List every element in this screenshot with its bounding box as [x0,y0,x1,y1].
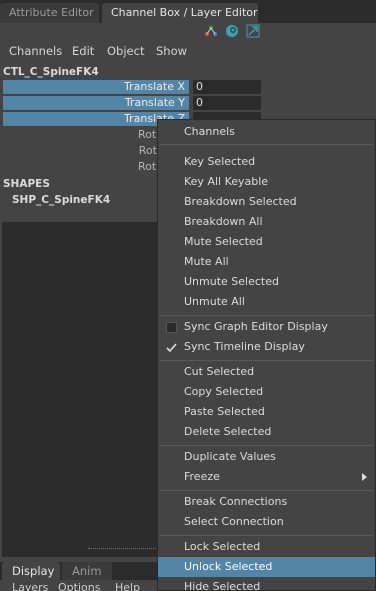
menu-item-key-selected[interactable]: Key Selected [158,152,375,172]
menu-item-duplicate-values[interactable]: Duplicate Values [158,447,375,467]
tab-display[interactable]: Display [2,562,60,580]
channel-box-menubar: Channels Edit Object Show [0,42,200,60]
menu-item-break-connections[interactable]: Break Connections [158,492,375,512]
tab-channel-box[interactable]: Channel Box / Layer Editor [102,3,258,23]
menu-divider [160,445,373,446]
tab-attribute-editor[interactable]: Attribute Editor [0,3,99,23]
menu-item-cut-selected[interactable]: Cut Selected [158,362,375,382]
menu-item-breakdown-all[interactable]: Breakdown All [158,212,375,232]
context-menu-title: Channels [184,125,235,138]
menu-layers[interactable]: Layers [12,581,48,591]
menu-item-delete-selected[interactable]: Delete Selected [158,422,375,442]
menu-item-unlock-selected[interactable]: Unlock Selected [158,557,375,577]
resize-arrow-icon[interactable] [246,24,260,38]
attribute-label[interactable]: Translate Y [3,96,189,110]
menu-item-freeze[interactable]: Freeze [158,467,375,487]
menu-item-paste-selected[interactable]: Paste Selected [158,402,375,422]
menu-item-mute-all[interactable]: Mute All [158,252,375,272]
checkbox-unchecked-icon [166,322,177,333]
checkmark-icon [166,343,177,353]
menu-item-lock-selected[interactable]: Lock Selected [158,537,375,557]
menu-item-mute-selected[interactable]: Mute Selected [158,232,375,252]
menu-item-label: Freeze [184,470,220,483]
graph-editor-icon[interactable] [204,24,218,38]
menu-divider [160,490,373,491]
menu-item-label: Sync Graph Editor Display [184,320,328,333]
attribute-label[interactable]: Translate X [3,80,189,94]
layer-menubar: Layers Options Help [0,580,160,591]
menu-divider [160,535,373,536]
layer-editor-area[interactable] [2,222,158,557]
menu-item-copy-selected[interactable]: Copy Selected [158,382,375,402]
menu-item-key-all-keyable[interactable]: Key All Keyable [158,172,375,192]
attribute-value[interactable]: 0 [193,96,261,110]
menu-item-sync-timeline[interactable]: Sync Timeline Display [158,337,375,357]
menu-item-hide-selected[interactable]: Hide Selected [158,577,375,590]
menu-divider [160,315,373,316]
menu-options[interactable]: Options [58,581,100,591]
shape-name[interactable]: SHP_C_SpineFK4 [12,194,110,206]
menu-item-unmute-selected[interactable]: Unmute Selected [158,272,375,292]
attribute-row[interactable]: Translate Y 0 [3,96,261,110]
menu-item-select-connection[interactable]: Select Connection [158,512,375,532]
attribute-row[interactable]: Translate X 0 [3,80,261,94]
swirl-icon[interactable] [225,24,239,38]
node-name[interactable]: CTL_C_SpineFK4 [3,66,99,78]
menu-edit[interactable]: Edit [72,44,94,58]
menu-object[interactable]: Object [107,44,144,58]
shapes-header: SHAPES [3,178,50,190]
menu-item-breakdown-selected[interactable]: Breakdown Selected [158,192,375,212]
layer-tab-bar: Display Anim [0,562,160,580]
attribute-value[interactable]: 0 [193,80,261,94]
menu-divider [160,144,373,145]
editor-tab-bar: Attribute Editor Channel Box / Layer Edi… [0,0,376,23]
panel-resize-handle[interactable] [88,548,158,550]
menu-help[interactable]: Help [115,581,140,591]
submenu-arrow-icon [362,473,367,481]
menu-item-sync-graph-editor[interactable]: Sync Graph Editor Display [158,317,375,337]
menu-show[interactable]: Show [156,44,187,58]
channels-context-menu: Channels Key Selected Key All Keyable Br… [157,119,376,591]
menu-item-unmute-all[interactable]: Unmute All [158,292,375,312]
menu-item-label: Sync Timeline Display [184,340,305,353]
menu-divider [160,360,373,361]
tab-anim[interactable]: Anim [62,562,112,580]
menu-channels[interactable]: Channels [9,44,62,58]
